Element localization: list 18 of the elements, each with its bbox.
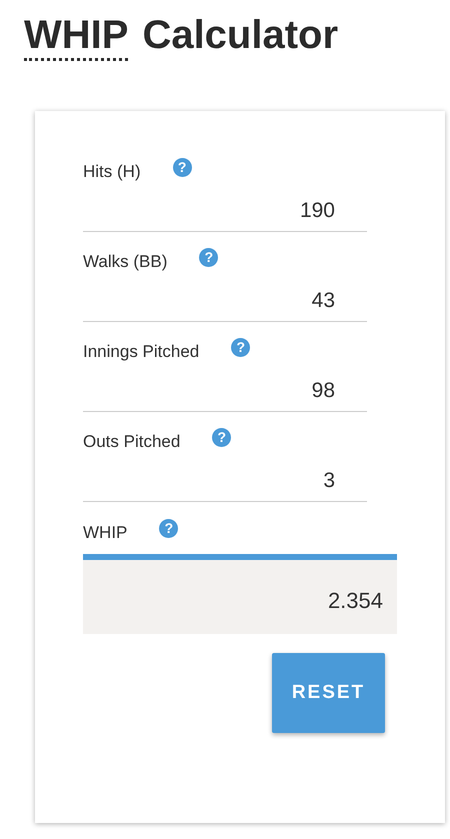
field-label: Innings Pitched <box>83 342 200 362</box>
help-icon[interactable]: ? <box>159 518 178 538</box>
help-icon[interactable]: ? <box>212 428 232 446</box>
input-field[interactable]: 190 <box>83 187 367 232</box>
title-abbreviation: WHIP <box>24 12 128 61</box>
field-label: Outs Pitched <box>83 432 180 452</box>
input-field[interactable]: 43 <box>83 277 367 322</box>
help-icon[interactable]: ? <box>172 158 192 176</box>
result-field: 2.354 <box>83 554 397 634</box>
field-label: Walks (BB) <box>83 252 168 272</box>
reset-button[interactable]: RESET <box>272 653 385 733</box>
help-icon[interactable]: ? <box>199 248 218 266</box>
input-field[interactable]: 98 <box>83 367 367 412</box>
result-label: WHIP <box>83 523 128 543</box>
field-label: Hits (H) <box>83 162 141 182</box>
page-title: Calculator <box>142 12 338 59</box>
help-icon[interactable]: ? <box>231 338 250 356</box>
input-field[interactable]: 3 <box>83 457 367 502</box>
